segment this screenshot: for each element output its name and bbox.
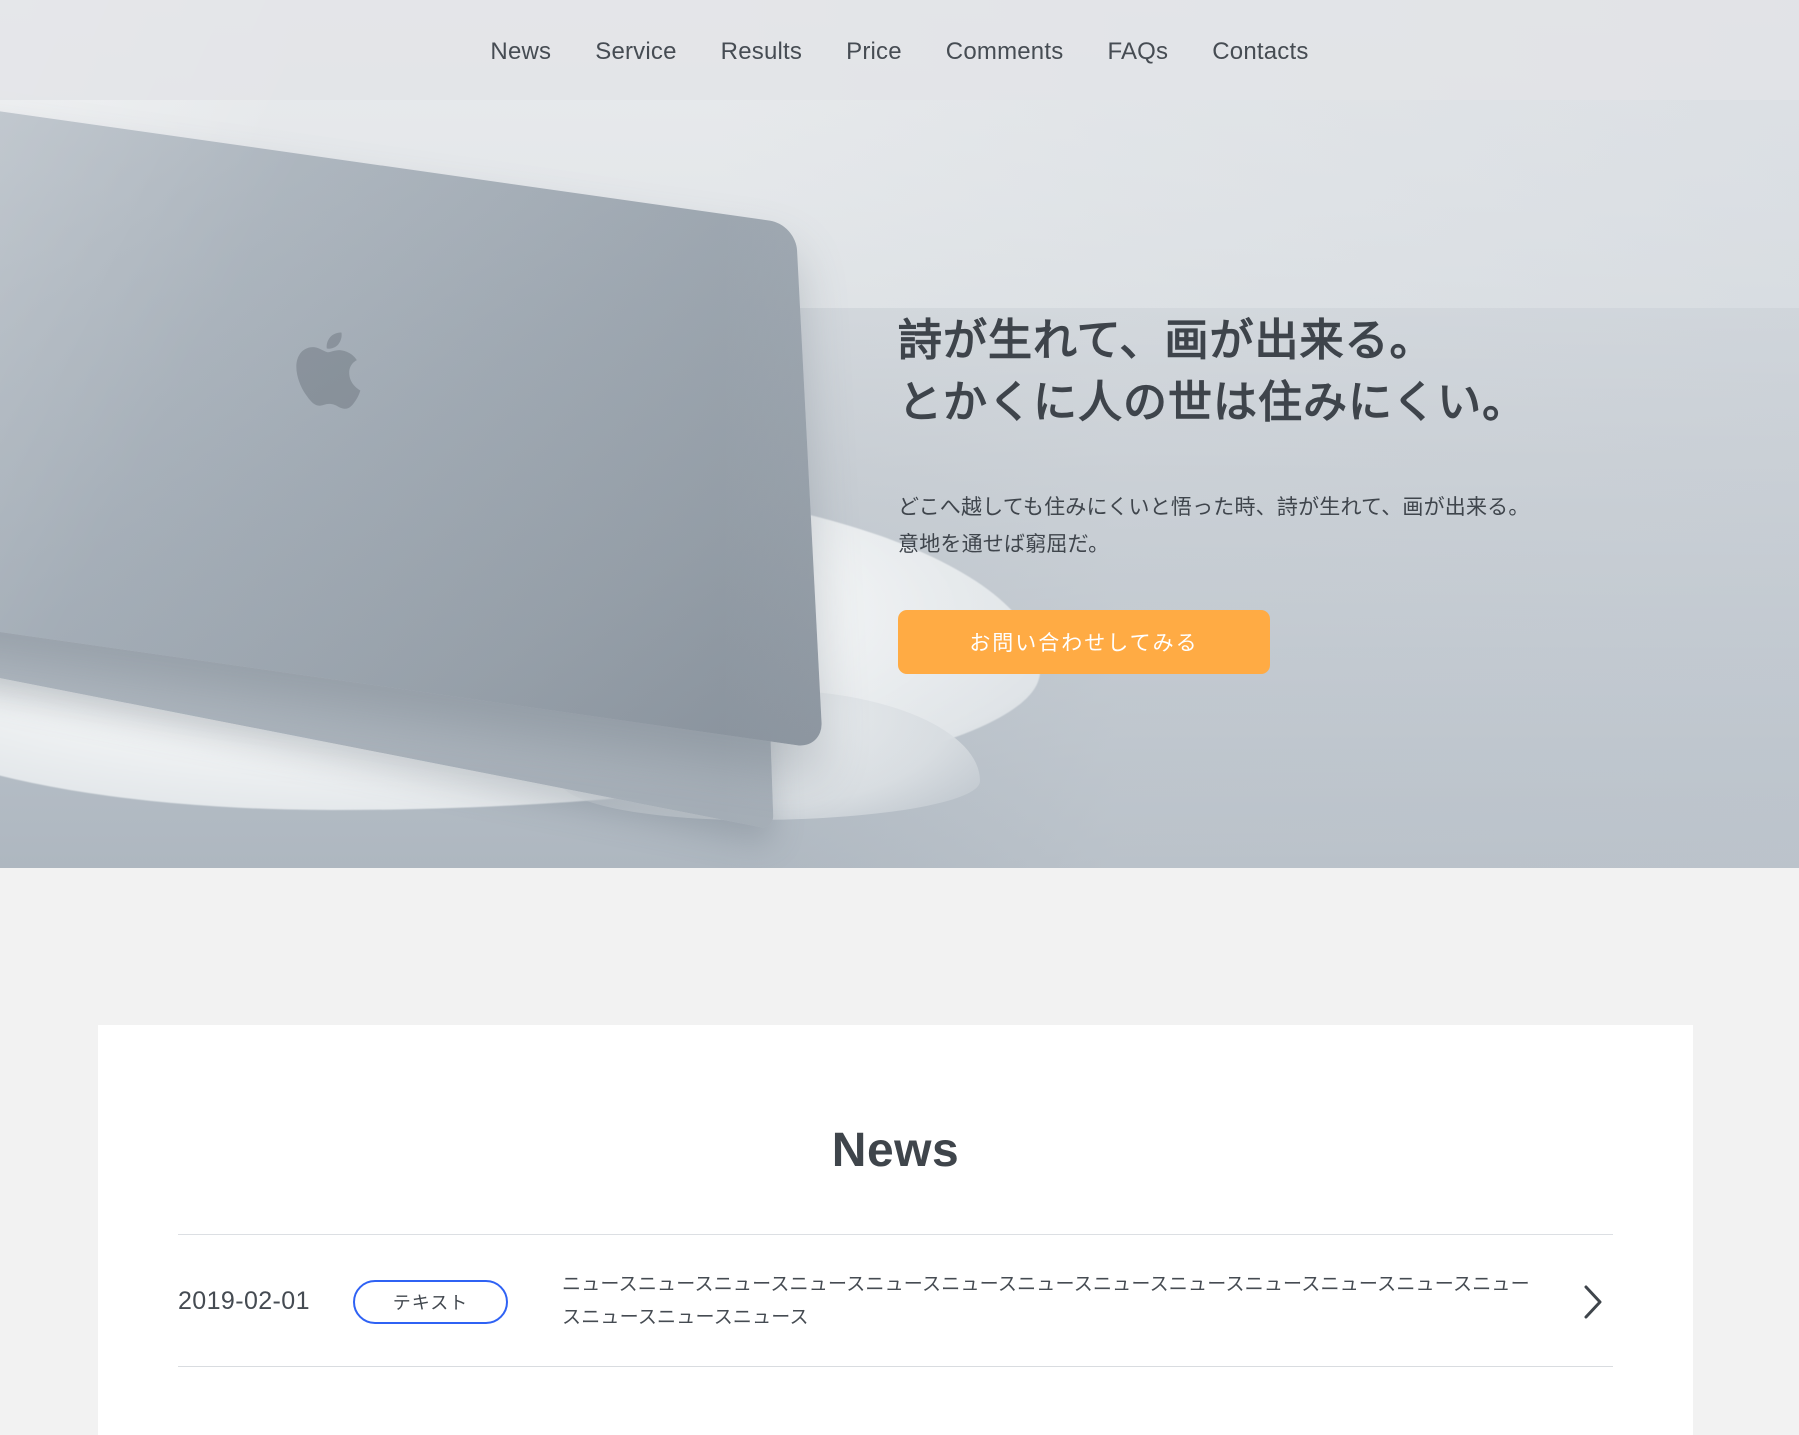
nav-item-price[interactable]: Price — [824, 34, 924, 70]
chevron-right-icon[interactable] — [1573, 1284, 1613, 1320]
hero-title-line-2: とかくに人の世は住みにくい。 — [898, 378, 1528, 428]
hero-description: どこへ越しても住みにくいと悟った時、詩が生れて、画が出来る。 意地を通せば窮屈だ… — [898, 489, 1658, 564]
hero-section: News Service Results Price Comments FAQs… — [0, 0, 1799, 868]
hero-copy: 詩が生れて、画が出来る。 とかくに人の世は住みにくい。 どこへ越しても住みにくい… — [898, 310, 1658, 674]
news-tag-badge: テキスト — [353, 1279, 508, 1324]
nav-item-comments[interactable]: Comments — [924, 34, 1086, 70]
news-date: 2019-02-01 — [178, 1287, 310, 1316]
contact-cta-button[interactable]: お問い合わせしてみる — [898, 609, 1270, 674]
news-row[interactable]: 2019-02-01 テキスト ニュースニュースニュースニュースニュースニュース… — [178, 1235, 1613, 1368]
main-navigation: News Service Results Price Comments FAQs… — [0, 0, 1799, 100]
nav-item-news[interactable]: News — [468, 34, 573, 70]
hero-description-line-1: どこへ越しても住みにくいと悟った時、詩が生れて、画が出来る。 — [898, 495, 1530, 519]
hero-title-line-1: 詩が生れて、画が出来る。 — [898, 316, 1435, 365]
hero-title: 詩が生れて、画が出来る。 とかくに人の世は住みにくい。 — [898, 310, 1658, 435]
nav-item-service[interactable]: Service — [573, 34, 698, 70]
page-root: News Service Results Price Comments FAQs… — [0, 0, 1799, 1435]
nav-item-faqs[interactable]: FAQs — [1085, 34, 1190, 70]
news-list: 2019-02-01 テキスト ニュースニュースニュースニュースニュースニュース… — [178, 1234, 1613, 1368]
nav-item-results[interactable]: Results — [699, 34, 824, 70]
news-text: ニュースニュースニュースニュースニュースニュースニュースニュースニュースニュース… — [562, 1274, 1530, 1328]
news-heading: News — [831, 1124, 960, 1177]
nav-item-contacts[interactable]: Contacts — [1190, 34, 1330, 70]
hero-description-line-2: 意地を通せば窮屈だ。 — [898, 533, 1110, 557]
news-card: News 2019-02-01 テキスト ニュースニュースニュースニュースニュー… — [98, 1025, 1693, 1435]
nav-list: News Service Results Price Comments FAQs… — [468, 0, 1330, 70]
news-section: News 2019-02-01 テキスト ニュースニュースニュースニュースニュー… — [0, 868, 1799, 1435]
